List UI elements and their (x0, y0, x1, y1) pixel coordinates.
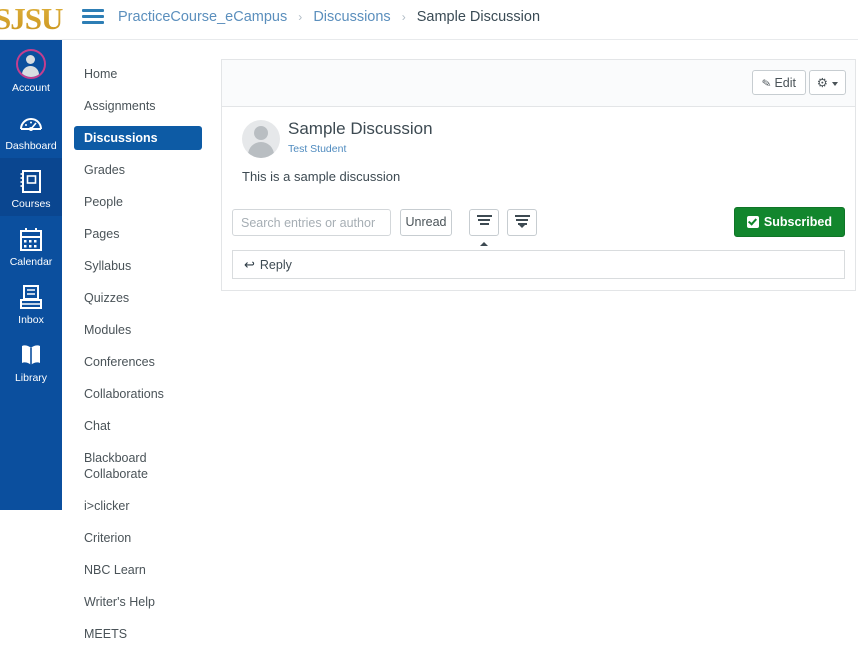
course-nav-item-criterion[interactable]: Criterion (74, 526, 202, 550)
breadcrumb: PracticeCourse_eCampus › Discussions › S… (118, 9, 540, 25)
course-nav-item-iclicker[interactable]: i>clicker (74, 494, 202, 518)
edit-button-label: Edit (774, 76, 796, 90)
unread-filter-button[interactable]: Unread (400, 209, 452, 236)
subscribed-label: Subscribed (764, 215, 832, 229)
hamburger-bar (82, 9, 104, 12)
course-nav-item-quizzes[interactable]: Quizzes (74, 286, 202, 310)
discussion-author-link[interactable]: Test Student (288, 143, 346, 155)
global-nav-item-account[interactable]: Account (0, 40, 62, 100)
course-nav-item-people[interactable]: People (74, 190, 202, 214)
global-nav-label: Dashboard (0, 140, 62, 152)
hamburger-bar (82, 21, 104, 24)
course-nav-item-writers-help[interactable]: Writer's Help (74, 590, 202, 614)
pencil-icon: ✎ (761, 75, 773, 92)
user-avatar-icon (16, 49, 46, 79)
course-nav-item-grades[interactable]: Grades (74, 158, 202, 182)
global-nav-label: Courses (0, 198, 62, 210)
hamburger-icon[interactable] (82, 9, 104, 27)
global-nav-label: Library (0, 372, 62, 384)
collapse-lines (477, 215, 492, 243)
global-navigation: Account Dashboard Courses (0, 40, 62, 510)
reply-arrow-icon: ↩ (244, 251, 255, 278)
discussion-entry: Sample Discussion Test Student This is a… (222, 107, 855, 202)
check-square-icon (747, 216, 759, 228)
sjsu-logo: SJSU (0, 1, 64, 37)
hamburger-bar (82, 15, 104, 18)
chevron-down-icon (832, 82, 838, 86)
course-nav-item-meets[interactable]: MEETS (74, 622, 202, 646)
global-nav-item-dashboard[interactable]: Dashboard (0, 100, 62, 158)
inbox-tray-icon (17, 283, 45, 311)
calendar-icon (17, 225, 45, 253)
gear-icon: ⚙ (817, 76, 828, 90)
course-navigation: Home Assignments Discussions Grades Peop… (62, 40, 210, 510)
discussion-filter-bar: Unread Subscribed (222, 202, 855, 250)
breadcrumb-separator: › (298, 10, 302, 24)
global-nav-label: Calendar (0, 256, 62, 268)
expand-lines (515, 215, 530, 243)
course-nav-item-home[interactable]: Home (74, 62, 202, 86)
global-nav-label: Inbox (0, 314, 62, 326)
expand-replies-icon[interactable] (507, 209, 537, 236)
edit-button[interactable]: ✎Edit (752, 70, 806, 95)
collapse-replies-icon[interactable] (469, 209, 499, 236)
reply-label: Reply (260, 258, 292, 272)
discussion-toolbar: ✎Edit ⚙ (222, 60, 855, 107)
discussion-title: Sample Discussion (288, 119, 433, 139)
global-nav-item-calendar[interactable]: Calendar (0, 216, 62, 274)
top-header: SJSU PracticeCourse_eCampus › Discussion… (0, 0, 858, 40)
library-open-book-icon (17, 341, 45, 369)
main-content: ✎Edit ⚙ Sample Discussion Test Student T… (210, 40, 858, 510)
course-nav-item-modules[interactable]: Modules (74, 318, 202, 342)
subscribed-button[interactable]: Subscribed (734, 207, 845, 237)
settings-menu-button[interactable]: ⚙ (809, 70, 846, 95)
course-nav-item-conferences[interactable]: Conferences (74, 350, 202, 374)
course-nav-item-syllabus[interactable]: Syllabus (74, 254, 202, 278)
course-nav-item-discussions[interactable]: Discussions (74, 126, 202, 150)
course-nav-item-blackboard-collaborate[interactable]: Blackboard Collaborate (74, 446, 202, 486)
global-nav-item-courses[interactable]: Courses (0, 158, 62, 216)
breadcrumb-discussions[interactable]: Discussions (313, 9, 390, 25)
course-nav-item-collaborations[interactable]: Collaborations (74, 382, 202, 406)
global-nav-label: Account (0, 82, 62, 94)
breadcrumb-course[interactable]: PracticeCourse_eCampus (118, 9, 287, 25)
triangle-down-icon (518, 224, 526, 242)
search-input[interactable] (232, 209, 391, 236)
breadcrumb-current: Sample Discussion (417, 9, 540, 25)
discussion-container: ✎Edit ⚙ Sample Discussion Test Student T… (221, 59, 856, 291)
global-nav-item-library[interactable]: Library (0, 332, 62, 390)
course-nav-item-nbc-learn[interactable]: NBC Learn (74, 558, 202, 582)
reply-button[interactable]: ↩ Reply (232, 250, 845, 279)
course-nav-item-pages[interactable]: Pages (74, 222, 202, 246)
dashboard-speedometer-icon (17, 109, 45, 137)
breadcrumb-separator: › (402, 10, 406, 24)
courses-book-icon (17, 167, 45, 195)
avatar (242, 120, 280, 158)
course-nav-item-assignments[interactable]: Assignments (74, 94, 202, 118)
course-nav-item-chat[interactable]: Chat (74, 414, 202, 438)
global-nav-item-inbox[interactable]: Inbox (0, 274, 62, 332)
triangle-up-icon (480, 228, 488, 246)
